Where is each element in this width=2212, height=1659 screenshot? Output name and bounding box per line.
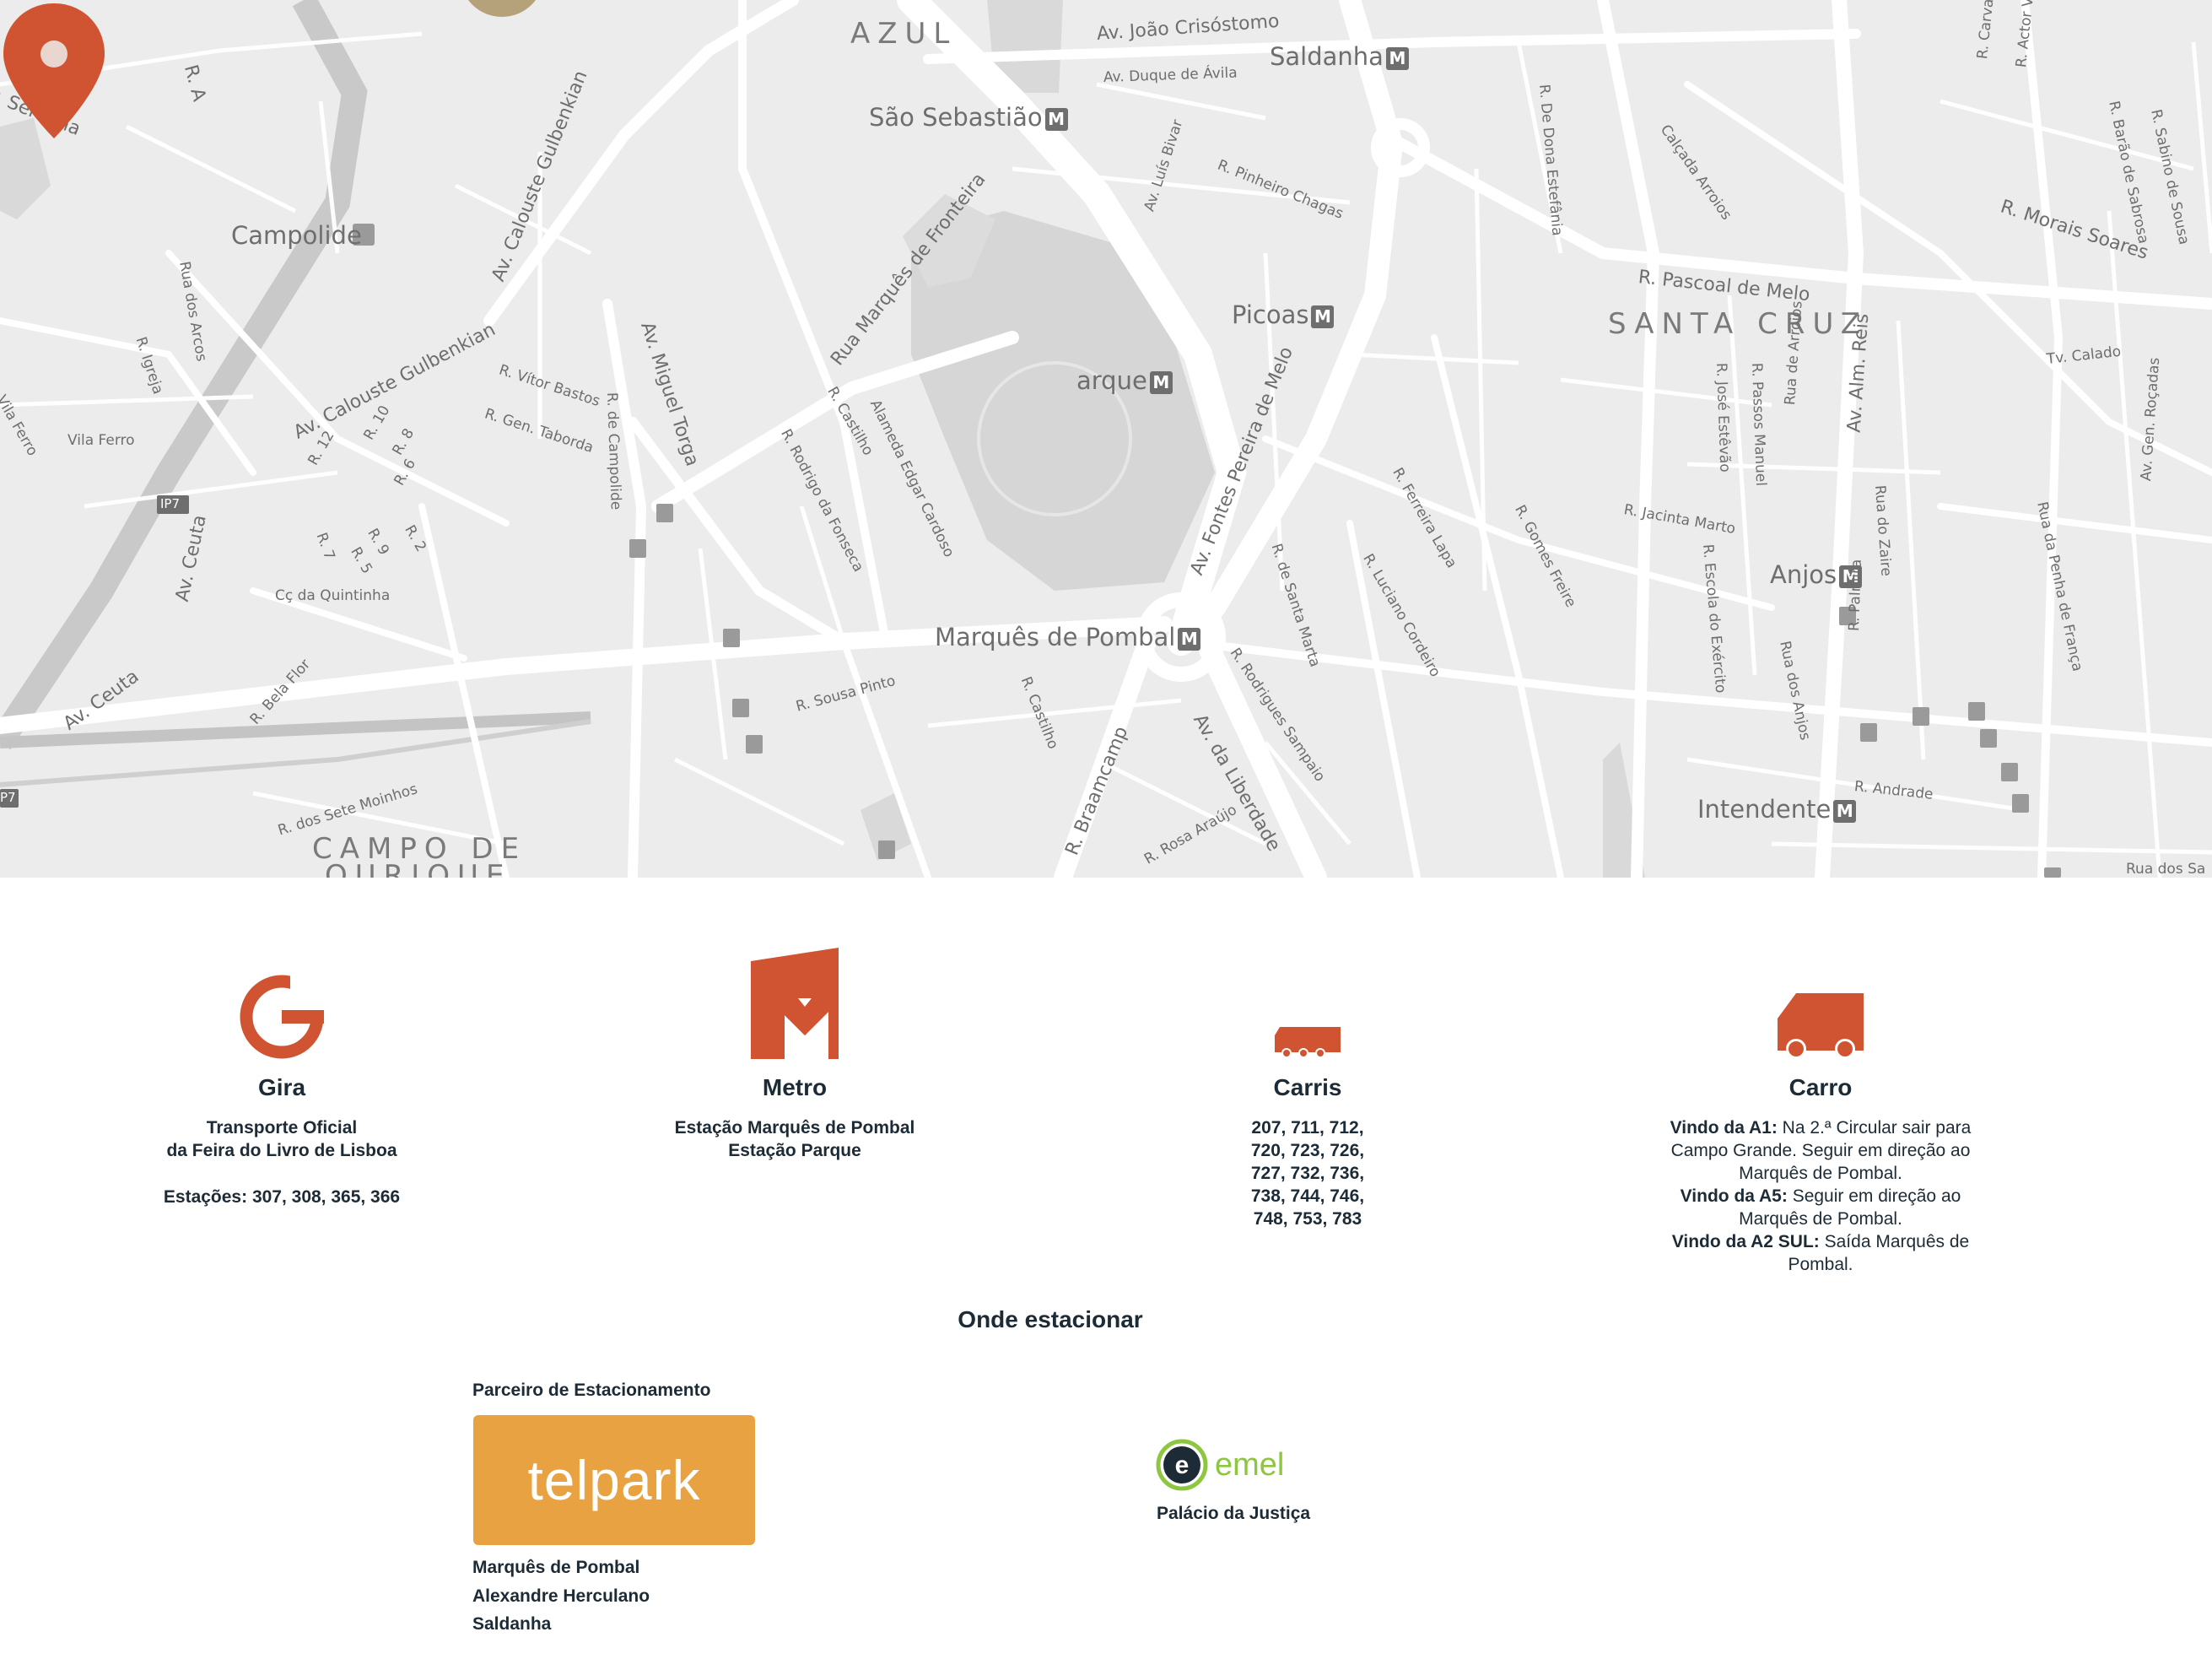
gira-stations: Estações: 307, 308, 365, 366: [163, 1187, 401, 1207]
transport-title: Metro: [762, 1074, 828, 1100]
map-label-station: Campolide: [231, 221, 362, 250]
telpark-location: Alexandre Herculano: [472, 1586, 650, 1606]
map-label-street: Cç da Quintinha: [275, 587, 391, 604]
metro-station-icon: M: [1178, 627, 1201, 651]
gira-icon-wrap: [62, 945, 501, 1059]
map-label-station: Picoas M: [1232, 300, 1335, 329]
car-route-a1-cont: Marquês de Pombal.: [1739, 1164, 1902, 1183]
car-route-a2: Vindo da A2 SUL: Saída Marquês de: [1671, 1232, 1970, 1251]
car-icon-wrap: [1601, 945, 2040, 1059]
car-route-a5: Vindo da A5: Seguir em direção ao: [1680, 1186, 1961, 1206]
parking-title: Onde estacionar: [958, 1306, 1143, 1332]
map-label-district: OURIQUE: [325, 859, 512, 878]
metro-icon-wrap: [575, 945, 1014, 1059]
map-label-station: Intendente M: [1697, 795, 1857, 824]
highway-badge: P7: [0, 790, 16, 805]
map-label-station: arque M: [1076, 366, 1173, 395]
telpark-logo[interactable]: telpark: [473, 1415, 755, 1545]
metro-station-icon: M: [1044, 107, 1068, 131]
bus-icon-wrap: [1088, 945, 1527, 1059]
emel-location: Palácio da Justiça: [1157, 1504, 1311, 1523]
location-map[interactable]: AZUL Av. João Crisóstomo Saldanha M Av. D…: [0, 0, 2212, 878]
emel-logo-mark: e: [1156, 1439, 1208, 1491]
transport-gira: Gira Transporte Oficial da Feira do Livr…: [62, 945, 501, 1208]
metro-station-icon: M: [1149, 370, 1173, 394]
transport-title: Carro: [1788, 1074, 1853, 1100]
transport-metro: Metro Estação Marquês de Pombal Estação …: [575, 945, 1014, 1162]
metro-station-icon: M: [1385, 46, 1409, 70]
transport-title: Carris: [1273, 1074, 1342, 1100]
bus-lines: 720, 723, 726,: [1250, 1141, 1365, 1160]
bus-lines: 738, 744, 746,: [1250, 1186, 1365, 1206]
transport-title: Gira: [257, 1074, 306, 1100]
transport-line: Transporte Oficial: [206, 1118, 358, 1138]
map-label-street: Vila Ferro: [67, 432, 135, 449]
emel-logo[interactable]: e emel: [1156, 1439, 1284, 1491]
gira-icon: [240, 975, 324, 1059]
map-label-district: AZUL: [850, 17, 958, 51]
transport-carro: Carro Vindo da A1: Na 2.ª Circular sair …: [1601, 945, 2040, 1276]
bus-icon: [1275, 1027, 1341, 1058]
map-label-district: SANTA CRUZ: [1608, 307, 1869, 341]
parking-partner-label: Parceiro de Estacionamento: [472, 1381, 711, 1400]
map-label-street: Rua dos Sa: [2126, 861, 2206, 878]
transport-line: Estação Parque: [728, 1141, 861, 1160]
emel-logo-letter: e: [1175, 1451, 1190, 1479]
map-label-station: São Sebastião M: [869, 103, 1068, 132]
car-route-a1-cont: Campo Grande. Seguir em direção ao: [1670, 1141, 1971, 1160]
car-route-a1: Vindo da A1: Na 2.ª Circular sair para: [1670, 1118, 1972, 1138]
map-label-street: R. Palmira: [1846, 559, 1865, 632]
telpark-logo-text: telpark: [527, 1449, 701, 1511]
transport-line: Estação Marquês de Pombal: [674, 1118, 915, 1138]
emel-logo-text: emel: [1215, 1446, 1285, 1483]
map-label-station: Marquês de Pombal M: [935, 623, 1201, 651]
location-pin-icon[interactable]: [0, 0, 108, 142]
car-route-a2-cont: Pombal.: [1788, 1255, 1853, 1274]
telpark-location: Saldanha: [472, 1614, 552, 1634]
transport-line: da Feira do Livro de Lisboa: [166, 1141, 397, 1160]
bus-lines: 207, 711, 712,: [1251, 1118, 1364, 1138]
bus-lines: 727, 732, 736,: [1250, 1164, 1365, 1183]
car-route-a5-cont: Marquês de Pombal.: [1739, 1209, 1902, 1229]
bus-lines: 748, 753, 783: [1253, 1209, 1362, 1229]
transport-carris: Carris 207, 711, 712, 720, 723, 726, 727…: [1088, 945, 1527, 1230]
map-label-station: Saldanha M: [1270, 42, 1409, 71]
metro-icon: [751, 948, 839, 1059]
metro-station-icon: M: [1311, 305, 1335, 328]
highway-badge: IP7: [160, 496, 181, 511]
car-icon: [1778, 993, 1864, 1059]
metro-station-icon: M: [1833, 799, 1857, 823]
telpark-location: Marquês de Pombal: [472, 1558, 640, 1577]
